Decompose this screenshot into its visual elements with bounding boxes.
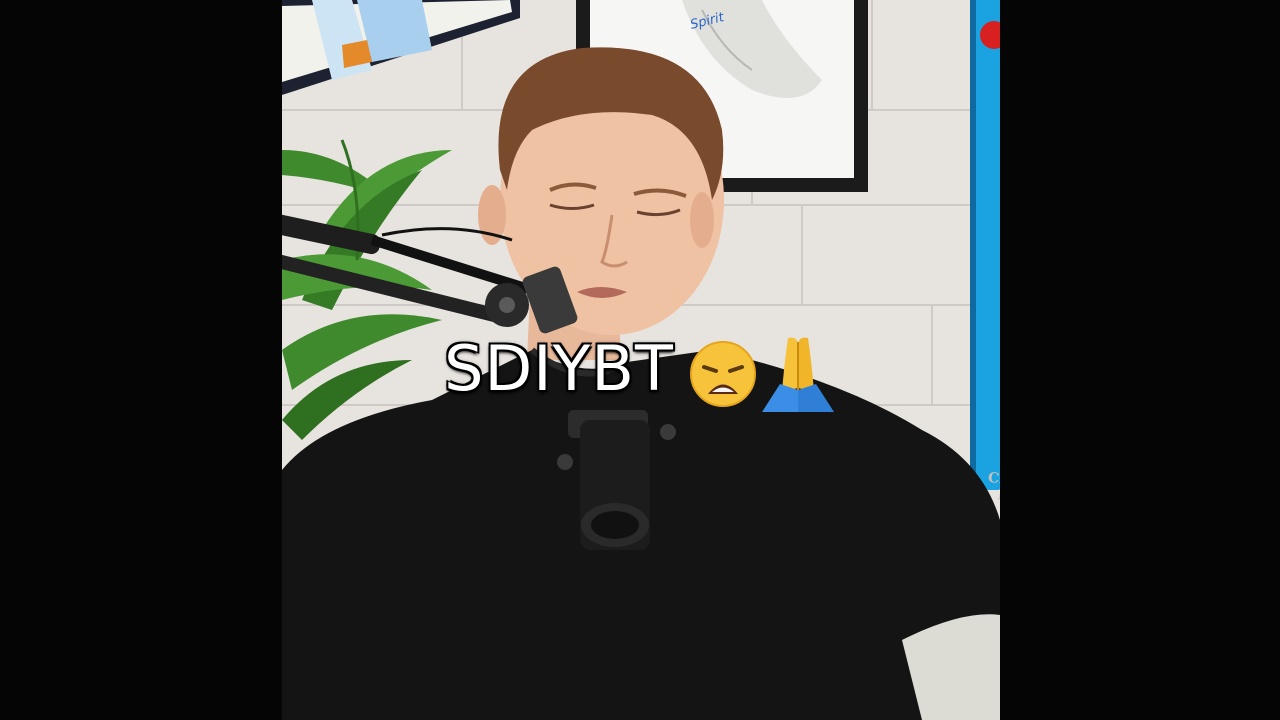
caption-overlay: SDIYBT — [282, 332, 1000, 413]
weary-face-icon — [689, 341, 756, 408]
video-frame[interactable]: Spirit Chinatown Market SDIYBT — [282, 0, 1000, 720]
letterbox-right — [1000, 0, 1280, 720]
letterbox-left — [0, 0, 282, 720]
caption-emojis — [688, 333, 838, 413]
blue-panel — [974, 0, 1000, 490]
caption-text: SDIYBT — [444, 332, 674, 405]
folded-hands-icon — [761, 338, 834, 413]
